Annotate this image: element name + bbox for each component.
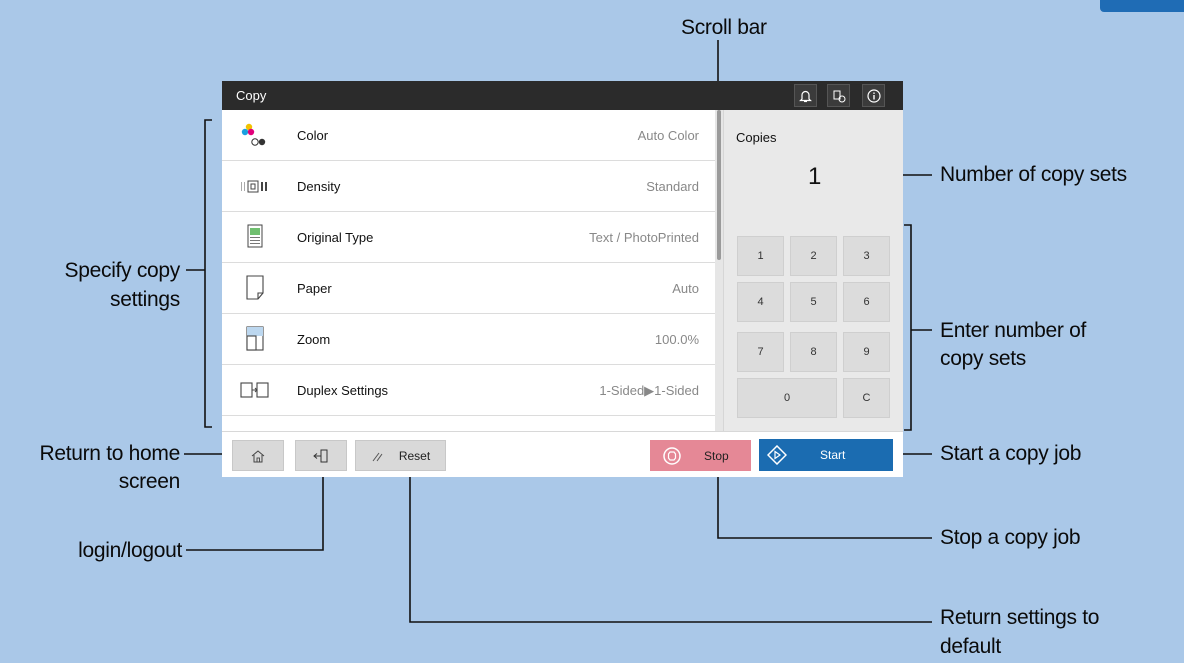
bell-icon[interactable] [794,84,817,107]
setting-label: Density [297,179,341,194]
setting-label: Duplex Settings [297,383,389,398]
setting-row-color[interactable]: Color Auto Color [222,110,715,161]
setting-value: Standard [646,179,699,194]
setting-label: Paper [297,281,332,296]
setting-label: Color [297,128,329,143]
stop-label: Stop [704,448,729,463]
callout-specify-line1: Specify copy [64,259,181,282]
setting-row-zoom[interactable]: Zoom 100.0% [222,314,715,365]
callout-specify-line2: settings [110,288,180,311]
stop-button[interactable]: Stop [650,440,751,471]
bottom-bar: Reset Stop Start [222,431,903,477]
reset-icon [372,452,383,461]
callout-login-logout: login/logout [78,539,182,562]
setting-row-original-type[interactable]: Original Type Text / PhotoPrinted [222,212,715,263]
setting-value: Auto [672,281,699,296]
settings-list: Color Auto Color Density Standard Origin… [222,110,715,431]
scroll-bar[interactable] [715,110,723,431]
setting-value: 100.0% [654,332,699,347]
copies-value[interactable]: 1 [808,163,821,191]
copies-panel: Copies 1 1 2 3 4 5 6 7 8 9 0 C [723,110,903,431]
callout-return-settings-line2: default [940,635,1001,658]
zoom-icon [246,326,264,351]
home-icon [251,449,265,462]
key-4[interactable]: 4 [737,282,784,322]
reset-label: Reset [398,448,431,463]
start-label: Start [820,448,846,462]
login-logout-button[interactable] [295,440,347,471]
setting-row-duplex[interactable]: Duplex Settings 1-Sided▶1-Sided [222,365,715,416]
setting-row-density[interactable]: Density Standard [222,161,715,212]
setting-value: Auto Color [637,128,699,143]
key-2[interactable]: 2 [790,236,837,276]
key-5[interactable]: 5 [790,282,837,322]
reset-button[interactable]: Reset [355,440,446,471]
duplex-icon [240,382,269,398]
setting-value: 1-Sided▶1-Sided [599,383,699,398]
info-icon[interactable] [862,84,885,107]
density-icon [241,180,267,193]
setting-row-paper[interactable]: Paper Auto [222,263,715,314]
corner-tab [1100,0,1184,12]
callout-enter-number-line1: Enter number of [940,319,1087,342]
callout-scroll-bar: Scroll bar [681,16,767,39]
color-icon [241,123,266,146]
key-8[interactable]: 8 [790,332,837,372]
start-icon [767,445,787,465]
callout-return-settings-line1: Return settings to [940,606,1100,629]
key-3[interactable]: 3 [843,236,890,276]
stop-icon [663,446,681,465]
original-type-icon [247,224,263,248]
callout-enter-number-line2: copy sets [940,347,1027,370]
copy-screen: Copy Color Auto Color Density Standard O… [222,81,903,477]
callout-start-copy-job: Start a copy job [940,442,1082,465]
key-0[interactable]: 0 [737,378,837,418]
key-1[interactable]: 1 [737,236,784,276]
setting-label: Zoom [297,332,331,347]
start-button[interactable]: Start [759,439,893,471]
home-button[interactable] [232,440,284,471]
callout-return-home-line1: Return to home [39,442,180,465]
callout-stop-copy-job: Stop a copy job [940,526,1081,549]
setting-value: Text / PhotoPrinted [589,230,699,245]
key-clear[interactable]: C [843,378,890,418]
key-6[interactable]: 6 [843,282,890,322]
job-status-icon[interactable] [827,84,850,107]
scroll-thumb[interactable] [717,110,721,260]
callout-number-of-copy-sets: Number of copy sets [940,163,1127,186]
login-logout-icon [313,449,328,462]
paper-icon [246,275,264,300]
key-9[interactable]: 9 [843,332,890,372]
key-7[interactable]: 7 [737,332,784,372]
title-bar: Copy [222,81,903,110]
callout-return-home-line2: screen [118,470,181,493]
copies-label: Copies [736,130,777,145]
setting-label: Original Type [297,230,374,245]
screen-title: Copy [236,88,267,103]
